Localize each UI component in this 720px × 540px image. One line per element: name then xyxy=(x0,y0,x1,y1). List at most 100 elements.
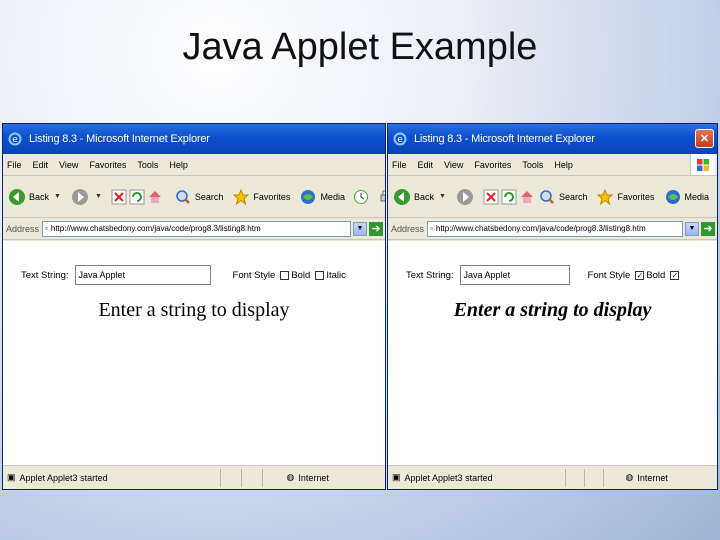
back-button[interactable]: Back ▼ xyxy=(7,187,64,207)
menu-file[interactable]: File xyxy=(7,160,22,170)
address-input[interactable]: ▫ http://www.chatsbedony.com/java/code/p… xyxy=(427,220,683,237)
stop-icon[interactable] xyxy=(483,187,499,207)
menu-tools[interactable]: Tools xyxy=(522,160,543,170)
status-text: Applet Applet3 started xyxy=(19,472,108,483)
forward-button[interactable] xyxy=(455,187,477,207)
menu-view[interactable]: View xyxy=(59,160,78,170)
text-string-label: Text String: xyxy=(21,269,69,281)
page-content: Text String: Java Applet Font Style ✓ Bo… xyxy=(388,241,717,465)
search-button[interactable]: Search xyxy=(537,187,590,207)
media-icon xyxy=(663,187,683,207)
status-text: Applet Applet3 started xyxy=(404,472,493,483)
address-label: Address xyxy=(391,223,425,234)
chevron-down-icon[interactable]: ▼ xyxy=(439,193,446,200)
menu-help[interactable]: Help xyxy=(169,160,188,170)
menu-view[interactable]: View xyxy=(444,160,463,170)
menu-bar: File Edit View Favorites Tools Help xyxy=(3,154,385,176)
favorites-button[interactable]: Favorites xyxy=(231,187,292,207)
favorites-button[interactable]: Favorites xyxy=(595,187,656,207)
chevron-down-icon[interactable]: ▼ xyxy=(353,221,367,236)
chevron-down-icon[interactable]: ▼ xyxy=(54,193,61,200)
home-icon[interactable] xyxy=(147,187,163,207)
applet-status-icon: ▣ xyxy=(7,472,16,482)
window-controls: ✕ xyxy=(695,129,714,148)
ie-logo-icon: e xyxy=(7,131,23,147)
history-icon[interactable] xyxy=(717,187,718,207)
back-label: Back xyxy=(29,191,50,202)
status-cell xyxy=(219,468,241,487)
svg-text:e: e xyxy=(397,135,403,145)
history-icon[interactable] xyxy=(353,187,369,207)
chevron-down-icon[interactable]: ▼ xyxy=(685,221,699,236)
menu-edit[interactable]: Edit xyxy=(33,160,49,170)
star-icon xyxy=(231,187,251,207)
browser-window-right: e Listing 8.3 - Microsoft Internet Explo… xyxy=(387,123,718,490)
window-title: Listing 8.3 - Microsoft Internet Explore… xyxy=(414,133,595,145)
text-string-label: Text String: xyxy=(406,269,454,281)
search-button[interactable]: Search xyxy=(173,187,226,207)
media-button[interactable]: Media xyxy=(663,187,712,207)
status-bar: ▣ Applet Applet3 started ◍ Internet xyxy=(3,465,385,489)
menu-tools[interactable]: Tools xyxy=(137,160,158,170)
title-bar[interactable]: e Listing 8.3 - Microsoft Internet Explo… xyxy=(3,124,385,154)
refresh-icon[interactable] xyxy=(501,187,517,207)
zone-text: Internet xyxy=(637,472,668,483)
bold-checkbox[interactable] xyxy=(280,270,290,280)
back-arrow-icon xyxy=(7,187,27,207)
address-label: Address xyxy=(6,223,40,234)
status-cell xyxy=(602,468,622,487)
menu-bar: File Edit View Favorites Tools Help xyxy=(388,154,717,176)
italic-checkbox[interactable]: ✓ xyxy=(670,270,680,280)
bold-checkbox[interactable]: ✓ xyxy=(635,270,645,280)
address-url: http://www.chatsbedony.com/java/code/pro… xyxy=(50,224,261,233)
svg-text:e: e xyxy=(12,135,18,145)
windows-logo-icon xyxy=(690,154,715,175)
favorites-label: Favorites xyxy=(617,191,655,202)
menu-help[interactable]: Help xyxy=(554,160,573,170)
ie-logo-icon: e xyxy=(392,131,408,147)
menu-edit[interactable]: Edit xyxy=(418,160,434,170)
go-arrow-icon[interactable]: ➜ xyxy=(701,221,715,236)
text-string-input[interactable]: Java Applet xyxy=(74,265,211,285)
bold-label: Bold xyxy=(646,269,666,281)
zone-text: Internet xyxy=(298,472,329,483)
close-icon[interactable]: ✕ xyxy=(695,129,714,148)
address-input[interactable]: ▫ http://www.chatsbedony.com/java/code/p… xyxy=(42,220,351,237)
menu-file[interactable]: File xyxy=(392,160,407,170)
menu-favorites[interactable]: Favorites xyxy=(474,160,511,170)
media-label: Media xyxy=(320,191,345,202)
applet-display-text: Enter a string to display xyxy=(98,299,290,321)
page-icon: ▫ xyxy=(430,224,433,233)
favorites-label: Favorites xyxy=(253,191,291,202)
internet-zone-icon: ◍ xyxy=(286,472,295,482)
search-icon xyxy=(537,187,557,207)
font-style-label: Font Style xyxy=(232,269,276,281)
search-label: Search xyxy=(194,191,224,202)
forward-arrow-icon xyxy=(455,187,475,207)
text-string-input[interactable]: Java Applet xyxy=(459,265,570,285)
home-icon[interactable] xyxy=(519,187,535,207)
menu-favorites[interactable]: Favorites xyxy=(89,160,126,170)
title-bar[interactable]: e Listing 8.3 - Microsoft Internet Explo… xyxy=(388,124,717,154)
media-icon xyxy=(298,187,318,207)
print-icon[interactable] xyxy=(379,187,385,207)
media-button[interactable]: Media xyxy=(298,187,347,207)
stop-icon[interactable] xyxy=(111,187,127,207)
page-icon: ▫ xyxy=(45,224,48,233)
status-cell xyxy=(564,468,584,487)
refresh-icon[interactable] xyxy=(129,187,145,207)
search-icon xyxy=(173,187,193,207)
search-label: Search xyxy=(558,191,588,202)
go-arrow-icon[interactable]: ➜ xyxy=(369,221,383,236)
back-button[interactable]: Back ▼ xyxy=(392,187,449,207)
back-label: Back xyxy=(414,191,435,202)
font-style-label: Font Style xyxy=(587,269,631,281)
forward-button[interactable]: ▼ xyxy=(70,187,105,207)
applet-status-icon: ▣ xyxy=(392,472,401,482)
italic-checkbox[interactable] xyxy=(315,270,325,280)
internet-zone-icon: ◍ xyxy=(625,472,634,482)
star-icon xyxy=(595,187,615,207)
page-content: Text String: Java Applet Font Style Bold… xyxy=(3,241,385,465)
chevron-down-icon[interactable]: ▼ xyxy=(95,193,102,200)
browser-window-left: e Listing 8.3 - Microsoft Internet Explo… xyxy=(2,123,386,490)
